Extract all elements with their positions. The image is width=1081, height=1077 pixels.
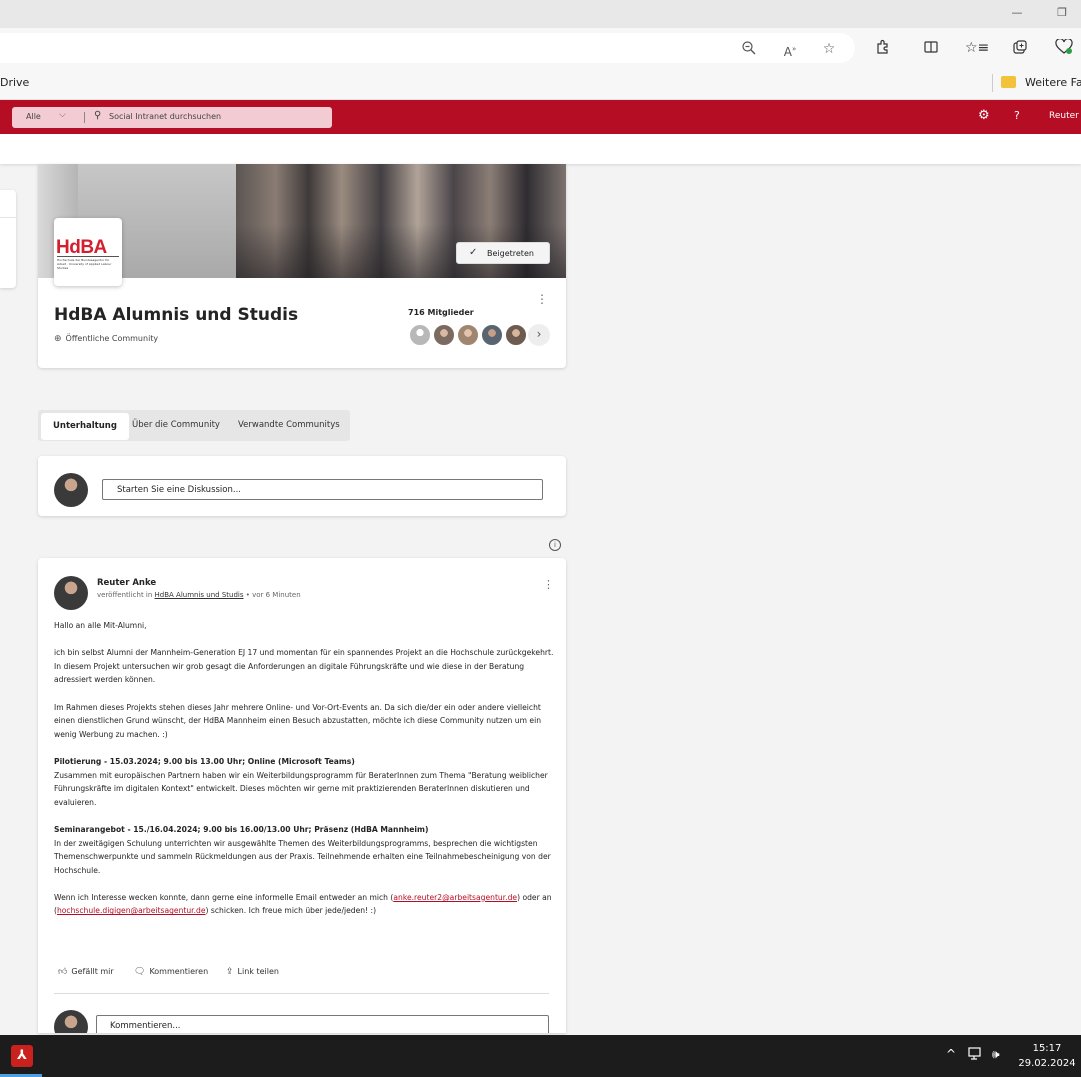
user-name[interactable]: Reuter: [1049, 111, 1079, 121]
member-avatars[interactable]: ›: [408, 323, 558, 347]
restore-icon[interactable]: ❐: [1052, 6, 1072, 19]
community-type: ⊕ Öffentliche Community: [54, 334, 158, 344]
chevron-down-icon[interactable]: ⌵: [59, 110, 66, 120]
email-link[interactable]: hochschule.digigen@arbeitsagentur.de: [57, 906, 206, 915]
read-aloud-icon[interactable]: A»: [781, 40, 799, 59]
avatar[interactable]: [432, 323, 456, 347]
thumbs-up-icon: 👍︎: [58, 967, 68, 977]
post-paragraph: Zusammen mit europäischen Partnern haben…: [54, 770, 548, 807]
avatar[interactable]: [504, 323, 528, 347]
help-icon[interactable]: ?: [1014, 109, 1020, 122]
checkmark-icon: ✓: [469, 247, 478, 258]
community-title: HdBA Alumnis und Studis: [54, 305, 299, 325]
comment-input[interactable]: [96, 1015, 549, 1033]
browser-titlebar: — ❐: [0, 0, 1081, 28]
address-row: A» ☆: [0, 28, 1081, 68]
post-published-in: veröffentlicht in: [97, 591, 153, 599]
favorites-folder-more[interactable]: Weitere Favoriten: [1025, 76, 1081, 89]
favorite-star-icon[interactable]: ☆: [820, 40, 838, 58]
chevron-up-icon[interactable]: ^: [946, 1047, 956, 1061]
post-time: • vor 6 Minuten: [245, 591, 301, 599]
avatar[interactable]: [456, 323, 480, 347]
clock-time: 15:17: [1032, 1043, 1062, 1054]
comment-button[interactable]: 🗨︎ Kommentieren: [134, 967, 208, 977]
extensions-icon[interactable]: [872, 39, 894, 57]
gear-icon[interactable]: ⚙: [978, 108, 990, 123]
tab-about[interactable]: Über die Community: [132, 410, 220, 441]
page-header-strip: [0, 134, 1081, 164]
favorite-drive[interactable]: Drive: [0, 76, 29, 89]
volume-icon[interactable]: 🕪︎: [992, 1047, 1000, 1062]
suite-bar: Alle ⌵ ⚲ Social Intranet durchsuchen ⚙ ?…: [0, 100, 1081, 134]
joined-label: Beigetreten: [487, 249, 534, 258]
community-link[interactable]: HdBA Alumnis und Studis: [155, 591, 244, 599]
chevron-right-icon[interactable]: ›: [528, 324, 550, 346]
community-logo: HdBA Hochschule der Bundesagentur für Ar…: [54, 218, 122, 286]
post-card: Reuter Anke veröffentlicht in HdBA Alumn…: [38, 558, 566, 1033]
split-screen-icon[interactable]: [920, 39, 942, 57]
post-paragraph: Im Rahmen dieses Projekts stehen dieses …: [54, 702, 542, 739]
more-options-icon[interactable]: ⋮: [543, 578, 554, 591]
community-type-label: Öffentliche Community: [65, 334, 159, 343]
community-tabs: Unterhaltung Über die Community Verwandt…: [38, 410, 350, 441]
network-icon[interactable]: [968, 1047, 984, 1064]
globe-icon: ⊕: [54, 334, 62, 344]
favorites-bar: Drive Weitere Favoriten: [0, 68, 1081, 100]
acrobat-icon[interactable]: ⅄: [11, 1045, 33, 1067]
start-discussion-input[interactable]: [102, 479, 543, 500]
favorites-separator: [992, 74, 993, 92]
search-input[interactable]: Social Intranet durchsuchen: [109, 112, 221, 121]
folder-icon: [1001, 76, 1016, 88]
post-divider: [54, 993, 549, 994]
address-bar[interactable]: A» ☆: [0, 33, 855, 63]
post-body: Hallo an alle Mit-Alumni, ich bin selbst…: [54, 619, 554, 918]
post-paragraph: Wenn ich Interesse wecken konnte, dann g…: [54, 891, 554, 918]
member-count[interactable]: 716 Mitglieder: [408, 308, 474, 317]
community-header-card: HdBA Hochschule der Bundesagentur für Ar…: [38, 164, 566, 368]
like-button[interactable]: 👍︎ Gefällt mir: [58, 967, 114, 977]
more-options-icon[interactable]: ⋮: [536, 292, 548, 306]
info-icon[interactable]: i: [549, 539, 561, 551]
avatar: [54, 1010, 88, 1033]
post-paragraph: ich bin selbst Alumni der Mannheim-Gener…: [54, 648, 554, 685]
share-icon: ⇪: [226, 967, 234, 977]
post-text: ) schicken. Ich freue mich über jede/jed…: [205, 906, 377, 916]
share-label: Link teilen: [237, 967, 279, 976]
minimize-icon[interactable]: —: [1007, 6, 1027, 19]
comment-icon: 🗨︎: [134, 967, 146, 977]
system-clock[interactable]: 15:17 29.02.2024: [1018, 1041, 1076, 1071]
tab-conversation[interactable]: Unterhaltung: [41, 413, 129, 440]
post-text: Wenn ich Interesse wecken konnte, dann g…: [54, 892, 394, 902]
post-meta: veröffentlicht in HdBA Alumnis und Studi…: [97, 591, 301, 599]
compose-card: [38, 456, 566, 516]
post-heading: Pilotierung - 15.03.2024; 9.00 bis 13.00…: [54, 756, 355, 766]
clock-date: 29.02.2024: [1018, 1058, 1076, 1069]
avatar[interactable]: [480, 323, 504, 347]
zoom-out-icon[interactable]: [740, 40, 758, 58]
share-link-button[interactable]: ⇪ Link teilen: [226, 967, 279, 977]
search-scope[interactable]: Alle: [26, 112, 41, 121]
post-heading: Seminarangebot - 15./16.04.2024; 9.00 bi…: [54, 824, 429, 834]
like-label: Gefällt mir: [71, 967, 114, 976]
search-box[interactable]: Alle ⌵ ⚲ Social Intranet durchsuchen: [12, 107, 332, 128]
browser-essentials-icon[interactable]: [1053, 38, 1075, 57]
avatar[interactable]: [408, 323, 432, 347]
post-author[interactable]: Reuter Anke: [97, 578, 156, 588]
logo-subtext: Hochschule der Bundesagentur für Arbeit …: [57, 256, 119, 270]
collections-icon[interactable]: [1009, 39, 1031, 57]
post-greeting: Hallo an alle Mit-Alumni,: [54, 621, 147, 630]
left-nav-card: [0, 190, 16, 288]
comment-label: Kommentieren: [149, 967, 209, 976]
joined-button[interactable]: ✓ Beigetreten: [456, 242, 550, 264]
taskbar: ⅄ ^ 🕪︎ 15:17 29.02.2024: [0, 1035, 1081, 1077]
avatar: [54, 473, 88, 507]
post-actions: 👍︎ Gefällt mir 🗨︎ Kommentieren ⇪ Link teile…: [58, 967, 538, 981]
search-divider: [84, 112, 85, 123]
tab-related[interactable]: Verwandte Communitys: [238, 410, 340, 441]
search-icon: ⚲: [94, 110, 102, 121]
favorites-icon[interactable]: ☆≡: [965, 39, 989, 57]
avatar[interactable]: [54, 576, 88, 610]
email-link[interactable]: anke.reuter2@arbeitsagentur.de: [393, 893, 517, 902]
post-paragraph: In der zweitägigen Schulung unterrichten…: [54, 838, 551, 875]
